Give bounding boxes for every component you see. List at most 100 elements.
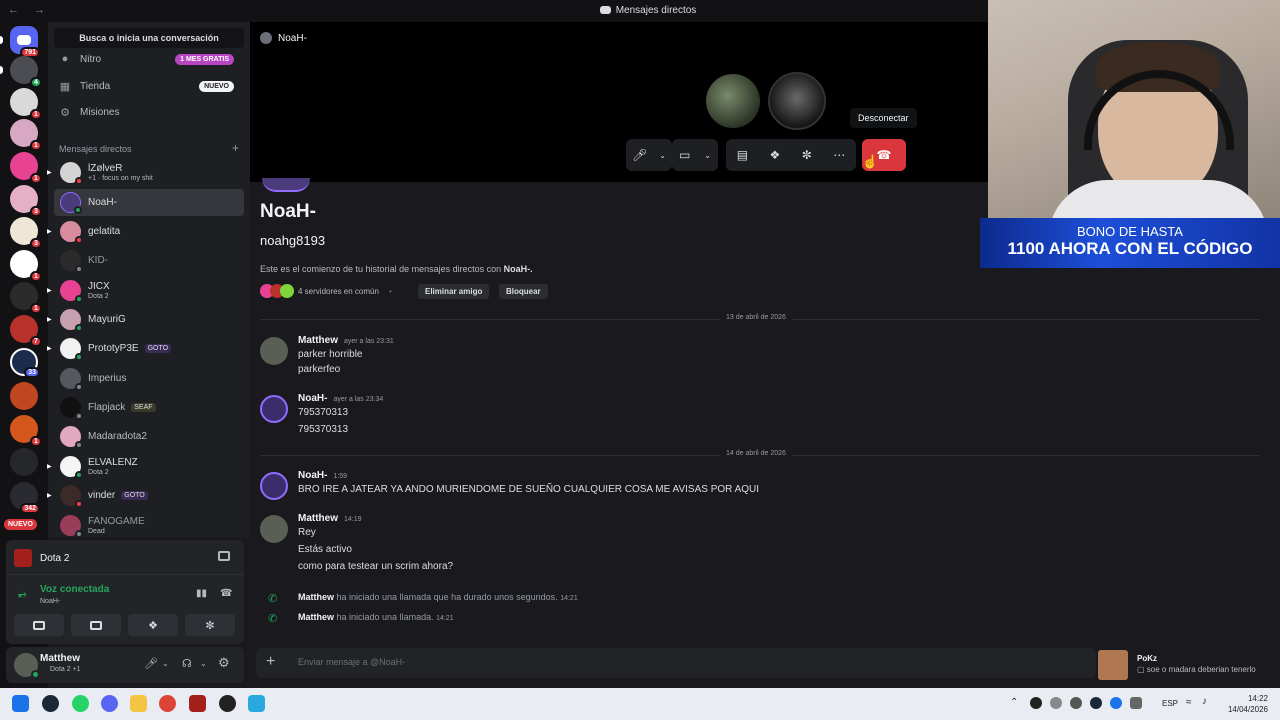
dm-item[interactable]: ▶ ELVALENZ Dota 2 — [47, 453, 244, 480]
bluetooth-icon[interactable] — [1110, 697, 1122, 709]
activities-button[interactable]: ❖ — [128, 614, 178, 636]
add-dm-icon[interactable]: + — [232, 141, 239, 155]
noise-suppression-icon[interactable]: ▮▮ — [196, 588, 207, 599]
home-button[interactable]: 791 — [0, 26, 40, 58]
avatar[interactable] — [260, 395, 288, 423]
dm-item[interactable]: KID- — [54, 247, 244, 274]
new-badge[interactable]: NUEVO — [4, 519, 37, 530]
remove-friend-button[interactable]: Eliminar amigo — [418, 284, 490, 299]
mic-control[interactable]: 🎤︎ ⌄ — [626, 139, 672, 171]
mutual-servers[interactable]: 4 servidores en común • — [260, 284, 398, 298]
dm-item[interactable]: ▶ JICX Dota 2 — [47, 277, 244, 304]
server-icon[interactable]: 1 — [10, 88, 42, 120]
chevron-down-icon[interactable]: ⌄ — [200, 659, 207, 668]
activity-row[interactable]: Dota 2 — [14, 546, 236, 570]
server-icon[interactable]: 1 — [10, 282, 42, 314]
server-icon[interactable]: 1 — [10, 152, 42, 184]
block-button[interactable]: Bloquear — [499, 284, 548, 299]
chevron-down-icon[interactable]: ⌄ — [162, 659, 169, 668]
tray-chevron-icon[interactable]: ⌃ — [1010, 697, 1018, 708]
nav-nitro[interactable]: ● Nitro 1 MES GRATIS — [58, 48, 246, 70]
clock[interactable]: 14:22 14/04/2026 — [1222, 693, 1268, 715]
volume-icon[interactable]: ♪ — [1202, 696, 1207, 707]
avatar[interactable] — [260, 515, 288, 543]
avatar[interactable] — [260, 337, 288, 365]
search-input[interactable]: Busca o inicia una conversación — [54, 28, 244, 48]
server-icon[interactable]: 4 — [0, 56, 42, 88]
soundboard-button[interactable]: ✼ — [185, 614, 235, 636]
discord-icon[interactable] — [101, 695, 118, 712]
participant-avatar[interactable] — [768, 72, 826, 130]
server-icon[interactable]: 7 — [10, 315, 42, 347]
tray-icon[interactable] — [1070, 697, 1082, 709]
camera-off-icon: ▭ — [678, 148, 691, 162]
disconnect-icon[interactable]: ☎ — [220, 588, 232, 599]
whatsapp-icon[interactable] — [72, 695, 89, 712]
server-icon[interactable] — [10, 448, 38, 476]
server-icon[interactable] — [10, 382, 38, 410]
message-author[interactable]: Matthew — [298, 612, 334, 622]
wifi-icon[interactable]: ≈ — [1186, 697, 1192, 708]
server-icon[interactable]: 1 — [10, 250, 42, 282]
settings-gear-icon[interactable]: ⚙ — [218, 655, 230, 671]
dm-item-active[interactable]: NoaH- — [54, 189, 244, 216]
profile-avatar — [262, 178, 310, 192]
message-author[interactable]: Matthew — [298, 513, 338, 524]
share-screen-button[interactable] — [71, 614, 121, 636]
dota-icon[interactable] — [189, 695, 206, 712]
server-icon[interactable]: 1 — [10, 415, 42, 447]
dm-item[interactable]: FANOGAME Dead — [54, 512, 244, 539]
camera-button[interactable] — [14, 614, 64, 636]
dm-item[interactable]: Madaradota2 — [54, 423, 244, 450]
tray-icon[interactable] — [1030, 697, 1042, 709]
camera-control[interactable]: ▭ ⌄ — [672, 139, 718, 171]
tray-icon[interactable] — [1090, 697, 1102, 709]
microphone-icon[interactable] — [1130, 697, 1142, 709]
dm-item[interactable]: ▶ PrototyP3E GOTO — [47, 335, 244, 362]
server-icon[interactable]: 3 — [10, 217, 42, 249]
voice-status[interactable]: Voz conectada — [40, 584, 109, 595]
activities-icon[interactable]: ❖ — [770, 148, 781, 162]
language-indicator[interactable]: ESP — [1162, 699, 1178, 708]
message-input[interactable]: Enviar mensaje a @NoaH- — [298, 657, 405, 667]
message-author[interactable]: NoaH- — [298, 470, 327, 481]
dm-item[interactable]: ▶ MayuriG — [47, 306, 244, 333]
message-author[interactable]: Matthew — [298, 592, 334, 602]
dm-item[interactable]: ▶ gelatita — [47, 218, 244, 245]
dm-item[interactable]: ▶ lZølveR +1 · focus on my shit — [47, 159, 244, 186]
microphone-icon[interactable]: 🎤︎ — [144, 657, 158, 670]
server-icon[interactable]: 3 — [10, 185, 42, 217]
message-author[interactable]: NoaH- — [298, 393, 327, 404]
tray-icon[interactable] — [1050, 697, 1062, 709]
notification-toast[interactable]: PoKz ▢ soe o madara deberian tenerlo — [1096, 648, 1274, 680]
app-icon[interactable] — [219, 695, 236, 712]
server-folder[interactable]: 342 — [10, 482, 40, 514]
message-text: como para testear un scrim ahora? — [298, 561, 454, 572]
nav-label: Misiones — [80, 106, 120, 118]
message-author[interactable]: Matthew — [298, 335, 338, 346]
server-icon[interactable]: 1 — [10, 119, 42, 151]
user-avatar[interactable] — [14, 653, 40, 679]
steam-icon[interactable] — [42, 695, 59, 712]
screen-share-icon[interactable]: ▤ — [737, 148, 748, 162]
dm-item[interactable]: ▶ vinder GOTO — [47, 482, 244, 509]
notepad-icon[interactable] — [248, 695, 265, 712]
unread-indicator: ▶ — [47, 464, 52, 470]
nav-shop[interactable]: ▦ Tienda NUEVO — [58, 75, 246, 97]
avatar — [60, 368, 83, 391]
windows-start-icon[interactable] — [12, 695, 29, 712]
server-icon[interactable]: 33 — [10, 348, 40, 378]
dm-item[interactable]: Flapjack SEAF — [54, 394, 244, 421]
soundboard-icon[interactable]: ✼ — [802, 148, 812, 162]
file-explorer-icon[interactable] — [130, 695, 147, 712]
more-icon[interactable]: ⋯ — [833, 148, 845, 162]
avatar[interactable] — [260, 472, 288, 500]
screen-share-icon[interactable] — [218, 551, 230, 561]
unread-badge: 4 — [30, 77, 42, 88]
participant-avatar[interactable] — [706, 74, 760, 128]
dm-item[interactable]: Imperius — [54, 365, 244, 392]
chrome-icon[interactable] — [159, 695, 176, 712]
nav-quests[interactable]: ⚙ Misiones — [58, 101, 246, 123]
headphones-icon[interactable]: ☊ — [182, 657, 192, 670]
add-attachment-icon[interactable]: + — [266, 653, 275, 671]
